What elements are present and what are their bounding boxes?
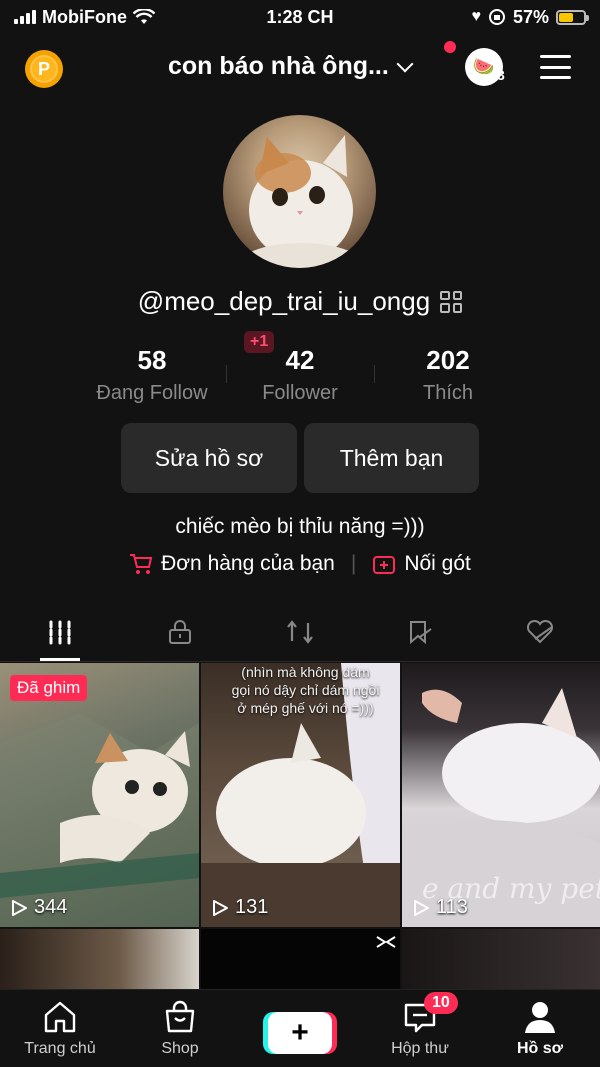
capcut-icon bbox=[376, 936, 396, 948]
nav-create[interactable]: + bbox=[240, 990, 360, 1067]
battery-icon bbox=[556, 9, 589, 25]
nav-profile[interactable]: Hồ sơ bbox=[480, 990, 600, 1067]
video-thumbnail[interactable]: Đã ghim 344 bbox=[0, 663, 199, 927]
heart-icon: ♥ bbox=[471, 8, 481, 25]
shopping-cart-icon bbox=[130, 554, 153, 574]
profile-nickname: con báo nhà ông... bbox=[168, 52, 389, 80]
tab-private[interactable] bbox=[120, 603, 240, 661]
orders-link[interactable]: Đơn hàng của bạn bbox=[129, 552, 335, 576]
lock-icon bbox=[169, 620, 191, 644]
video-thumbnail[interactable] bbox=[402, 929, 600, 989]
duet-link[interactable]: Nối gót bbox=[372, 552, 471, 576]
qr-code-icon[interactable] bbox=[440, 290, 463, 313]
play-icon bbox=[213, 899, 228, 916]
play-icon bbox=[414, 899, 429, 916]
cat-thumbnail-image bbox=[0, 713, 199, 927]
status-bar: MobiFone 1:28 CH ♥ 57% bbox=[0, 0, 600, 34]
home-icon bbox=[44, 1001, 76, 1033]
stat-following[interactable]: 58 Đang Follow bbox=[78, 345, 226, 405]
tab-saved[interactable] bbox=[360, 603, 480, 661]
video-thumbnail[interactable]: e and my pet 113 bbox=[402, 663, 600, 927]
avatar[interactable] bbox=[223, 115, 376, 268]
battery-percent: 57% bbox=[512, 6, 549, 27]
nav-shop[interactable]: Shop bbox=[120, 990, 240, 1067]
tab-reposts[interactable] bbox=[240, 603, 360, 661]
wifi-icon bbox=[132, 9, 155, 24]
tab-videos[interactable] bbox=[0, 603, 120, 661]
hamburger-menu-icon[interactable] bbox=[540, 55, 571, 79]
profile-stats: 58 Đang Follow 42 Follower 202 Thích bbox=[78, 345, 522, 405]
tab-liked[interactable] bbox=[480, 603, 600, 661]
view-count: 344 bbox=[34, 896, 68, 918]
bio-text: chiếc mèo bị thỉu năng =))) bbox=[175, 515, 425, 538]
watermelon-icon: 🍉 bbox=[473, 57, 495, 76]
view-count: 113 bbox=[436, 896, 468, 918]
cat-avatar-image bbox=[241, 135, 361, 268]
video-thumbnail[interactable] bbox=[201, 929, 400, 989]
notification-dot bbox=[444, 41, 456, 53]
create-button[interactable]: + bbox=[268, 1012, 332, 1054]
cellular-signal-icon bbox=[14, 10, 36, 24]
inbox-badge: 10 bbox=[424, 992, 458, 1014]
view-count: 131 bbox=[235, 896, 269, 918]
repost-icon bbox=[287, 620, 313, 644]
plus-box-icon bbox=[373, 556, 396, 574]
heart-hidden-icon bbox=[526, 619, 554, 644]
links-separator: | bbox=[350, 552, 357, 575]
stat-followers[interactable]: 42 Follower bbox=[226, 345, 374, 405]
content-tabs bbox=[0, 603, 600, 662]
nav-home[interactable]: Trang chủ bbox=[0, 990, 120, 1067]
play-icon bbox=[12, 899, 27, 916]
account-switcher[interactable]: con báo nhà ông... bbox=[168, 52, 414, 81]
bookmark-hidden-icon bbox=[410, 621, 432, 645]
profile-header: P con báo nhà ông... 🍉 3 bbox=[0, 40, 600, 96]
coin-icon: P bbox=[30, 55, 58, 83]
video-thumbnail[interactable] bbox=[0, 929, 199, 989]
bottom-navigation: Trang chủ Shop + Hộp thư Hồ sơ bbox=[0, 989, 600, 1067]
username: @meo_dep_trai_iu_ongg bbox=[137, 286, 431, 316]
carrier-name: MobiFone bbox=[42, 6, 127, 27]
pinned-badge: Đã ghim bbox=[10, 675, 88, 701]
new-follower-badge: +1 bbox=[244, 331, 275, 353]
coin-rewards-button[interactable]: P bbox=[25, 50, 63, 88]
video-caption: (nhìn mà không dám gọi nó dậy chỉ dám ng… bbox=[231, 664, 380, 716]
grid-icon bbox=[49, 620, 71, 645]
add-friend-button[interactable]: Thêm bạn bbox=[304, 423, 479, 493]
video-thumbnail[interactable]: (nhìn mà không dám gọi nó dậy chỉ dám ng… bbox=[201, 663, 400, 927]
edit-profile-button[interactable]: Sửa hồ sơ bbox=[121, 423, 297, 493]
stat-likes[interactable]: 202 Thích bbox=[374, 345, 522, 405]
chevron-down-icon bbox=[396, 55, 414, 72]
nav-inbox[interactable]: Hộp thư bbox=[360, 990, 480, 1067]
orientation-lock-icon bbox=[488, 9, 505, 25]
clock: 1:28 CH bbox=[266, 6, 334, 27]
story-count: 3 bbox=[497, 67, 505, 83]
profile-icon bbox=[525, 1002, 555, 1033]
shopping-bag-icon bbox=[165, 1000, 195, 1033]
